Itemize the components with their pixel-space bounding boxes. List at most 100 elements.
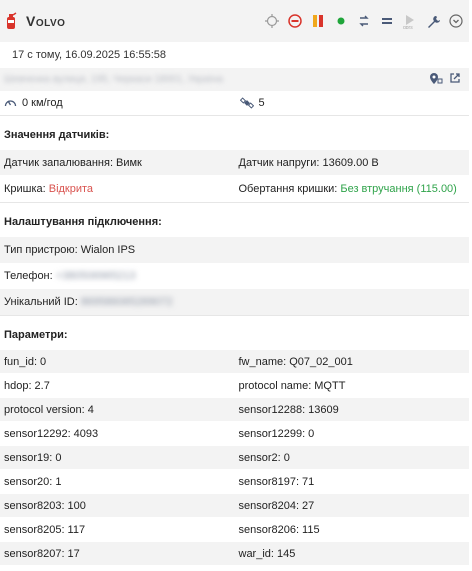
parameter-row: sensor8203: 100 sensor8204: 27 (0, 494, 469, 518)
unique-id-row: Унікальний ID: 869586065269072 (0, 289, 469, 315)
sensors-row-2: Кришка: Відкрита Обертання кришки: Без в… (0, 176, 469, 202)
switch-icon[interactable] (355, 12, 373, 30)
locate-icon[interactable] (263, 12, 281, 30)
phone-value: +380506965213 (55, 270, 136, 282)
parameter-value: 0 (55, 451, 62, 464)
last-message-time: 17 с тому, 16.09.2025 16:55:58 (0, 42, 469, 68)
unique-id-value: 869586065269072 (80, 296, 173, 308)
address-text: Шевченка вулиця, 195, Черкаси 18001, Укр… (4, 74, 223, 85)
parameter-value: 100 (67, 499, 86, 512)
parameter-cell: fw_name: Q07_02_001 (235, 350, 470, 373)
parameter-name: sensor2: (238, 451, 281, 464)
parameter-value: 27 (302, 499, 315, 512)
parameter-name: sensor8207: (4, 547, 65, 560)
parameter-value: 115 (302, 523, 320, 536)
ignition-value: Вимк (116, 156, 142, 169)
speedometer-icon (4, 97, 17, 108)
parameter-name: sensor12288: (238, 403, 306, 416)
satellite-icon (239, 96, 254, 110)
parameter-name: sensor12299: (238, 427, 306, 440)
phone-label: Телефон: (4, 270, 53, 282)
parameter-value: 2.7 (34, 379, 50, 392)
phone-row: Телефон: +380506965213 (0, 263, 469, 289)
geofence-icon[interactable] (429, 72, 443, 88)
parameter-row: sensor8205: 117 sensor8206: 115 (0, 518, 469, 542)
lid-value: Відкрита (48, 182, 94, 195)
device-type-label: Тип пристрою: (4, 244, 78, 256)
parameter-cell: war_id: 145 (235, 542, 470, 565)
unique-id-label: Унікальний ID: (4, 296, 78, 308)
parameter-name: sensor19: (4, 451, 53, 464)
parameter-cell: protocol version: 4 (0, 398, 235, 421)
open-external-icon[interactable] (449, 72, 461, 88)
parameter-cell: sensor12299: 0 (235, 422, 470, 445)
parameter-cell: fun_id: 0 (0, 350, 235, 373)
parameter-value: Q07_02_001 (289, 355, 353, 368)
parameter-cell: sensor20: 1 (0, 470, 235, 493)
chevron-down-circle-icon[interactable] (447, 12, 465, 30)
parameter-row: sensor20: 1 sensor8197: 71 (0, 470, 469, 494)
unit-info-panel: Volvo gprs 17 с тому, 16.09.2025 16:55:5… (0, 0, 469, 571)
parameter-value: 0 (40, 355, 47, 368)
parameter-value: 4093 (73, 427, 99, 440)
lid-label: Кришка: (4, 182, 46, 195)
fuel-icon[interactable] (309, 12, 327, 30)
parameter-cell: hdop: 2.7 (0, 374, 235, 397)
device-type-value: Wialon IPS (80, 244, 136, 256)
satellites-count: 5 (258, 96, 265, 109)
speed-cell: 0 км/год (0, 91, 234, 114)
parameter-cell: sensor2: 0 (235, 446, 470, 469)
sensors-section-title: Значення датчиків: (0, 116, 469, 150)
parameter-cell: sensor12288: 13609 (235, 398, 470, 421)
lid-rotation-value: Без втручання (115.00) (340, 182, 457, 195)
gprs-icon[interactable]: gprs (401, 12, 419, 30)
parameter-name: sensor20: (4, 475, 53, 488)
device-type-row: Тип пристрою: Wialon IPS (0, 237, 469, 263)
parameter-name: war_id: (238, 547, 274, 560)
parameter-value: MQTT (314, 379, 346, 392)
parameters-section-title: Параметри: (0, 316, 469, 350)
parameter-value: 17 (67, 547, 80, 560)
parameter-cell: sensor8204: 27 (235, 494, 470, 517)
parameter-value: 117 (67, 523, 86, 536)
parameter-row: sensor19: 0 sensor2: 0 (0, 446, 469, 470)
parameter-name: sensor8197: (238, 475, 300, 488)
parameter-value: 0 (283, 451, 290, 464)
parameter-row: sensor8207: 17 war_id: 145 (0, 542, 469, 566)
parameter-cell: sensor8207: 17 (0, 542, 235, 565)
unit-header: Volvo gprs (0, 0, 469, 42)
address-row: Шевченка вулиця, 195, Черкаси 18001, Укр… (0, 68, 469, 91)
parameter-value: 71 (302, 475, 315, 488)
sensors-row-1: Датчик запалювання: Вимк Датчик напруги:… (0, 150, 469, 176)
parameter-value: 13609 (308, 403, 339, 416)
parameter-name: protocol name: (238, 379, 312, 392)
parameter-cell: sensor8203: 100 (0, 494, 235, 517)
block-icon[interactable] (286, 12, 304, 30)
parameter-value: 145 (276, 547, 296, 560)
parameter-cell: sensor8205: 117 (0, 518, 235, 541)
parameter-name: sensor8206: (238, 523, 300, 536)
parameter-name: hdop: (4, 379, 32, 392)
parameter-row: sensor12292: 4093 sensor12299: 0 (0, 422, 469, 446)
parameter-name: sensor8205: (4, 523, 65, 536)
online-dot-icon (332, 12, 350, 30)
parameter-cell: sensor8197: 71 (235, 470, 470, 493)
parameter-value: 4 (87, 403, 94, 416)
parameter-name: sensor12292: (4, 427, 71, 440)
parameter-name: sensor8203: (4, 499, 65, 512)
parameter-value: 0 (308, 427, 315, 440)
fire-extinguisher-icon (4, 11, 18, 31)
parameter-cell: sensor8206: 115 (235, 518, 470, 541)
list-icon[interactable] (378, 12, 396, 30)
wrench-icon[interactable] (424, 12, 442, 30)
connection-section-title: Налаштування підключення: (0, 203, 469, 237)
voltage-label: Датчик напруги: (238, 156, 320, 169)
ignition-label: Датчик запалювання: (4, 156, 114, 169)
parameter-cell: sensor19: 0 (0, 446, 235, 469)
parameter-cell: protocol name: MQTT (235, 374, 470, 397)
unit-toolbar: gprs (258, 12, 465, 30)
parameter-value: 1 (55, 475, 62, 488)
parameter-cell: sensor12292: 4093 (0, 422, 235, 445)
stats-row: 0 км/год 5 (0, 91, 469, 115)
parameter-row: hdop: 2.7 protocol name: MQTT (0, 374, 469, 398)
